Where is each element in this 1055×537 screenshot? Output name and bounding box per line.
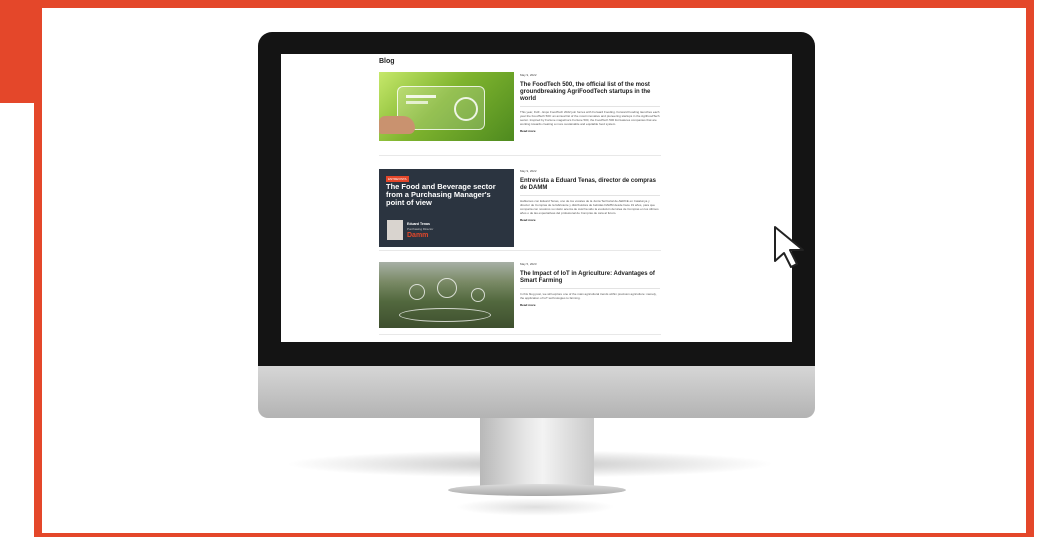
- post-rule: [520, 195, 660, 196]
- hologram-bar: [406, 101, 428, 104]
- corner-accent-block: [0, 0, 42, 103]
- iot-ring: [471, 288, 485, 302]
- post-divider: [379, 250, 661, 251]
- iot-ring: [409, 284, 425, 300]
- frame-right-bar: [1026, 0, 1034, 537]
- post-rule: [520, 288, 660, 289]
- read-more-link[interactable]: Read more: [520, 303, 660, 307]
- brand-logo: Damm: [407, 232, 429, 239]
- person-photo: [387, 220, 403, 240]
- post-heading[interactable]: The Impact of IoT in Agriculture: Advant…: [520, 271, 660, 285]
- iot-ring: [437, 278, 457, 298]
- post-date: May 5, 2023: [520, 262, 537, 266]
- post-text-1: May 9, 2022 The FoodTech 500, the offici…: [520, 73, 660, 133]
- post-text-3: May 5, 2023 The Impact of IoT in Agricul…: [520, 262, 660, 307]
- monitor-stand-neck: [480, 418, 594, 490]
- post-heading[interactable]: Entrevista a Eduard Tenas, director de c…: [520, 178, 660, 192]
- post-image-damm-interview[interactable]: ENTREVISTA The Food and Beverage sector …: [379, 169, 514, 247]
- stand-reflection: [455, 498, 615, 516]
- iot-ring: [399, 308, 491, 322]
- post-divider: [379, 155, 661, 156]
- frame-bottom-line: [34, 533, 1034, 537]
- person-role: Purchasing Director: [407, 227, 434, 231]
- post-text-2: May 9, 2022 Entrevista a Eduard Tenas, d…: [520, 169, 660, 222]
- cursor-arrow-icon: [774, 226, 804, 268]
- monitor-screen: Blog May 9, 2022 The FoodTech 500, the o…: [281, 54, 792, 342]
- image-headline: The Food and Beverage sector from a Purc…: [386, 182, 496, 207]
- post-excerpt: In this blog post, we will explore one o…: [520, 292, 657, 300]
- post-rule: [520, 106, 660, 107]
- monitor-chin: [258, 366, 815, 418]
- post-excerpt: This year, FHF - Expo FoodTech 2022 join…: [520, 110, 660, 126]
- post-image-iot-farming[interactable]: [379, 262, 514, 328]
- person-name: Eduard Tenas: [407, 222, 430, 226]
- post-date: May 9, 2022: [520, 169, 537, 173]
- post-excerpt: Hablamos con Eduard Tenas, uno de los vo…: [520, 199, 659, 215]
- post-date: May 9, 2022: [520, 73, 537, 77]
- post-divider: [379, 334, 661, 335]
- read-more-link[interactable]: Read more: [520, 129, 660, 133]
- monitor-stand-base: [448, 484, 626, 496]
- page-title: Blog: [379, 58, 395, 65]
- frame-top-bar: [34, 0, 1034, 8]
- hand-shape: [379, 116, 415, 134]
- post-image-foodtech[interactable]: [379, 72, 514, 141]
- read-more-link[interactable]: Read more: [520, 218, 660, 222]
- hologram-circle: [454, 97, 478, 121]
- post-heading[interactable]: The FoodTech 500, the official list of t…: [520, 82, 660, 103]
- hologram-bar: [406, 95, 436, 98]
